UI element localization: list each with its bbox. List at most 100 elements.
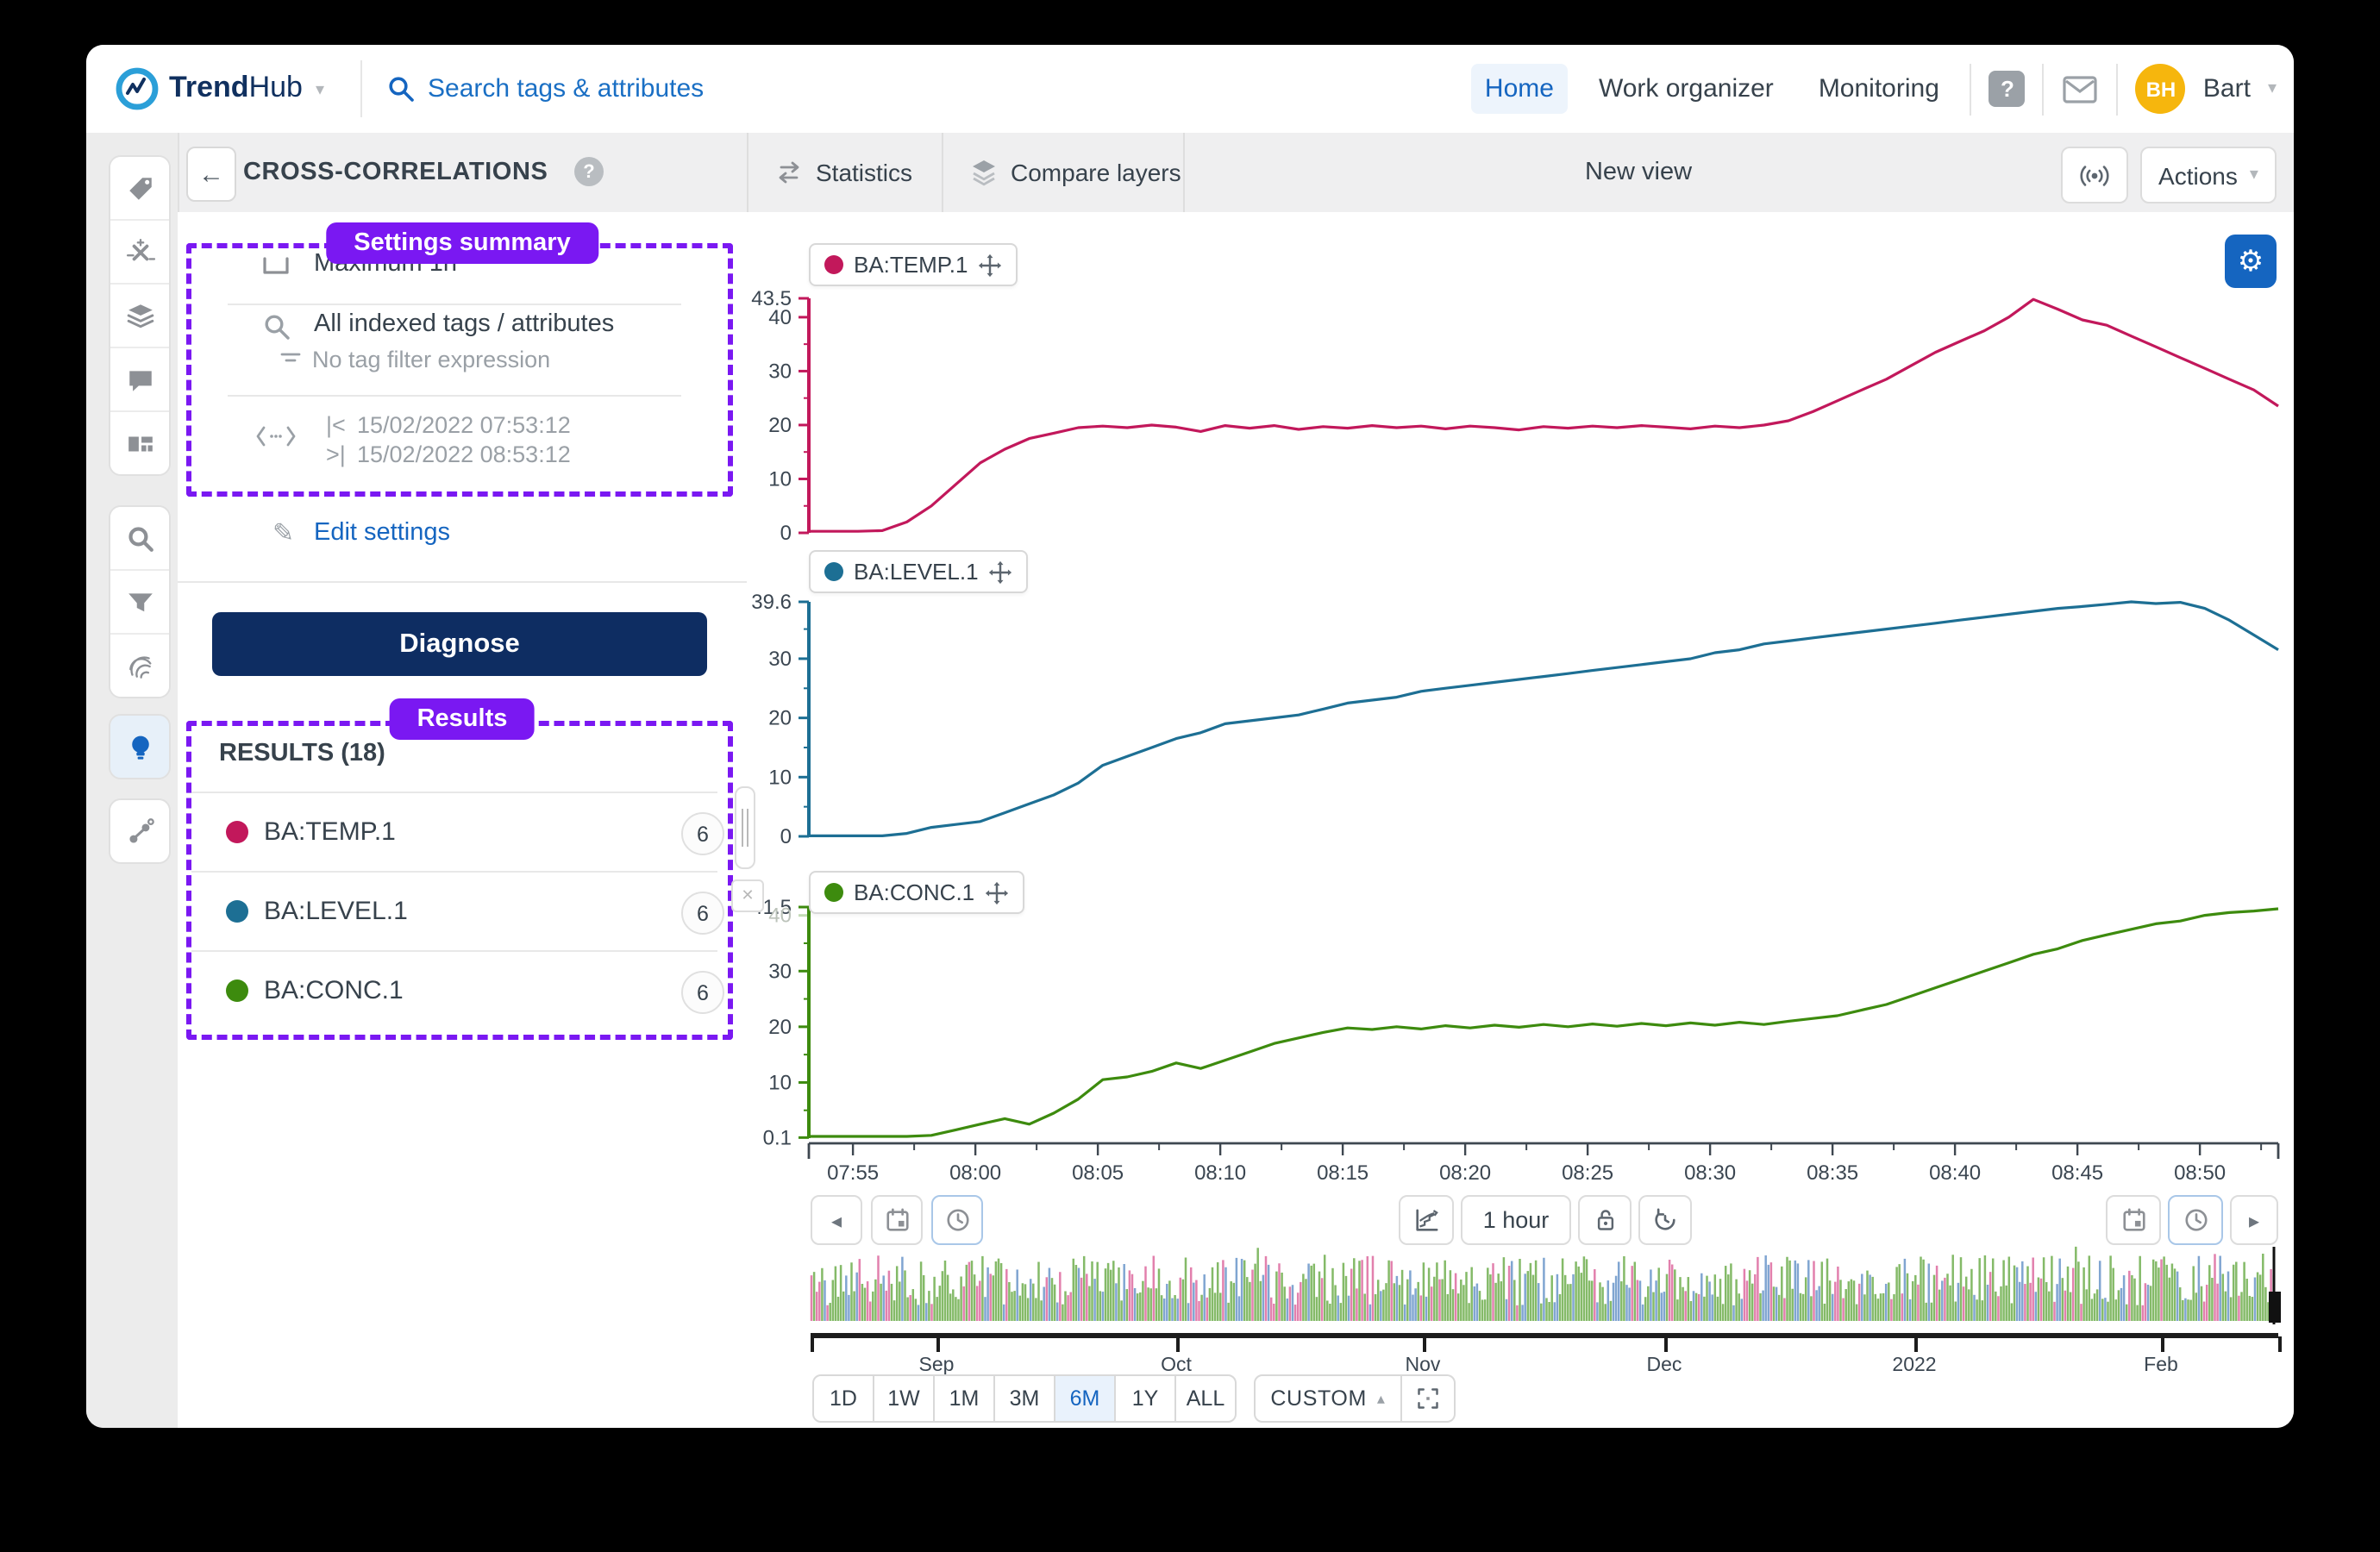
x-tick-label: 08:40 xyxy=(1929,1161,1981,1185)
panel-collapse-button[interactable]: ✕ xyxy=(731,879,764,912)
legend-chip-level[interactable]: BA:LEVEL.1 xyxy=(809,550,1029,593)
pan-left-button[interactable]: ◂ xyxy=(811,1195,862,1245)
filter-icon[interactable] xyxy=(110,571,169,635)
view-title: New view xyxy=(1500,159,1776,186)
rail-search-icon[interactable] xyxy=(110,507,169,571)
custom-label: CUSTOM xyxy=(1270,1386,1367,1411)
edit-settings-link[interactable]: Edit settings xyxy=(314,519,450,547)
screenshot-stage: TrendHub ▾ Search tags & attributes Home… xyxy=(0,0,2380,1552)
move-icon[interactable] xyxy=(978,253,1002,277)
trend-line xyxy=(809,299,2278,531)
panel-resize-handle[interactable] xyxy=(735,786,755,869)
legend-chip-conc[interactable]: BA:CONC.1 xyxy=(809,871,1024,914)
custom-range-button[interactable]: CUSTOM ▴ xyxy=(1254,1374,1402,1423)
result-count-badge: 6 xyxy=(681,812,724,855)
avatar[interactable]: BH xyxy=(2136,64,2186,114)
live-mode-button[interactable] xyxy=(2061,147,2128,203)
tag-icon[interactable] xyxy=(110,157,169,221)
move-icon[interactable] xyxy=(985,880,1009,904)
rail-group-recommend xyxy=(109,714,171,779)
history-button[interactable] xyxy=(1638,1195,1692,1245)
move-icon[interactable] xyxy=(989,560,1013,584)
tab-monitoring[interactable]: Monitoring xyxy=(1805,64,1953,114)
zoom-1m[interactable]: 1M xyxy=(933,1374,995,1423)
calculations-icon[interactable] xyxy=(110,221,169,285)
zoom-all[interactable]: ALL xyxy=(1174,1374,1237,1423)
context-month-label: 2022 xyxy=(1854,1355,1975,1376)
series-color-dot xyxy=(824,883,843,902)
user-name[interactable]: Bart xyxy=(2203,74,2251,103)
zoom-1y[interactable]: 1Y xyxy=(1114,1374,1176,1423)
app-window: TrendHub ▾ Search tags & attributes Home… xyxy=(86,45,2294,1428)
custom-caret-up-icon: ▴ xyxy=(1377,1389,1386,1408)
context-axis-tick xyxy=(1176,1336,1179,1352)
y-tick-label: 30 xyxy=(768,648,792,671)
search-icon[interactable] xyxy=(386,74,416,103)
back-button[interactable]: ← xyxy=(186,147,236,202)
compare-trends-button[interactable] xyxy=(1399,1195,1454,1245)
result-tag-name: BA:LEVEL.1 xyxy=(264,897,408,926)
context-cursor-handle[interactable] xyxy=(2269,1292,2281,1323)
series-color-dot xyxy=(226,900,248,923)
range-end-prefix: >| xyxy=(326,441,346,467)
zoom-3m[interactable]: 3M xyxy=(993,1374,1055,1423)
search-input[interactable]: Search tags & attributes xyxy=(428,74,704,103)
start-calendar-button[interactable] xyxy=(871,1195,923,1245)
user-menu-caret-icon[interactable]: ▾ xyxy=(2268,79,2277,98)
comments-icon[interactable] xyxy=(110,348,169,412)
context-overview-bar[interactable] xyxy=(747,1243,2294,1333)
correlations-icon[interactable] xyxy=(110,800,169,862)
tab-work-organizer[interactable]: Work organizer xyxy=(1585,64,1788,114)
broadcast-icon xyxy=(2078,161,2111,189)
edit-pencil-icon: ✎ xyxy=(272,517,294,548)
lock-duration-button[interactable] xyxy=(1578,1195,1632,1245)
context-axis-tick xyxy=(2161,1336,2164,1352)
end-time-button[interactable] xyxy=(2168,1195,2223,1245)
actions-button[interactable]: Actions▾ xyxy=(2140,147,2277,203)
help-icon[interactable]: ? xyxy=(1989,71,2026,107)
trend-charts[interactable]: 43.5403020100 39.63020100 41.5403020100.1 0… xyxy=(747,212,2294,1190)
statistics-button[interactable]: Statistics xyxy=(774,133,912,212)
trend-chart-3[interactable]: 41.5403020100.1 xyxy=(751,896,2278,1149)
results-header: RESULTS (18) xyxy=(219,740,385,767)
custom-range-group: CUSTOM ▴ xyxy=(1254,1374,1456,1423)
y-tick-label: 10 xyxy=(768,467,792,491)
series-label: BA:CONC.1 xyxy=(854,879,974,905)
dashboard-icon[interactable] xyxy=(110,412,169,474)
tab-home[interactable]: Home xyxy=(1471,64,1568,114)
result-tag-name: BA:CONC.1 xyxy=(264,976,404,1005)
context-month-label: Nov xyxy=(1362,1355,1483,1376)
context-axis-line xyxy=(811,1333,2278,1338)
compare-layers-button[interactable]: Compare layers xyxy=(969,133,1181,212)
start-time-button[interactable] xyxy=(931,1195,983,1245)
end-calendar-button[interactable] xyxy=(2106,1195,2161,1245)
zoom-1d[interactable]: 1D xyxy=(812,1374,874,1423)
top-nav: TrendHub ▾ Search tags & attributes Home… xyxy=(86,45,2294,135)
tag-filter-icon xyxy=(279,350,302,369)
annotation-results: Results xyxy=(390,698,536,740)
fit-view-button[interactable] xyxy=(1402,1374,1456,1423)
legend-chip-temp[interactable]: BA:TEMP.1 xyxy=(809,243,1018,286)
recommendations-icon[interactable] xyxy=(110,716,169,778)
brand-caret-icon[interactable]: ▾ xyxy=(316,81,324,100)
diagnose-button[interactable]: Diagnose xyxy=(212,612,707,676)
zoom-1w[interactable]: 1W xyxy=(873,1374,935,1423)
range-end: 15/02/2022 08:53:12 xyxy=(357,441,571,467)
toolbar-divider xyxy=(747,133,748,212)
zoom-6m[interactable]: 6M xyxy=(1054,1374,1116,1423)
fingerprint-icon[interactable] xyxy=(110,635,169,697)
layers-icon[interactable] xyxy=(110,285,169,348)
context-axis-tick xyxy=(1914,1336,1917,1352)
annotation-settings-summary: Settings summary xyxy=(326,222,598,264)
panel-help-icon[interactable]: ? xyxy=(574,157,604,186)
duration-button[interactable]: 1 hour xyxy=(1461,1195,1571,1245)
trend-chart-1[interactable]: 43.5403020100 xyxy=(751,287,2278,545)
scope-search-icon xyxy=(262,312,291,341)
series-color-dot xyxy=(226,821,248,843)
pan-right-button[interactable]: ▸ xyxy=(2230,1195,2278,1245)
nav-separator xyxy=(2043,63,2045,115)
mail-icon[interactable] xyxy=(2062,73,2100,104)
series-label: BA:TEMP.1 xyxy=(854,252,968,278)
trend-chart-2[interactable]: 39.63020100 xyxy=(751,591,2278,848)
x-tick-label: 08:10 xyxy=(1194,1161,1246,1185)
